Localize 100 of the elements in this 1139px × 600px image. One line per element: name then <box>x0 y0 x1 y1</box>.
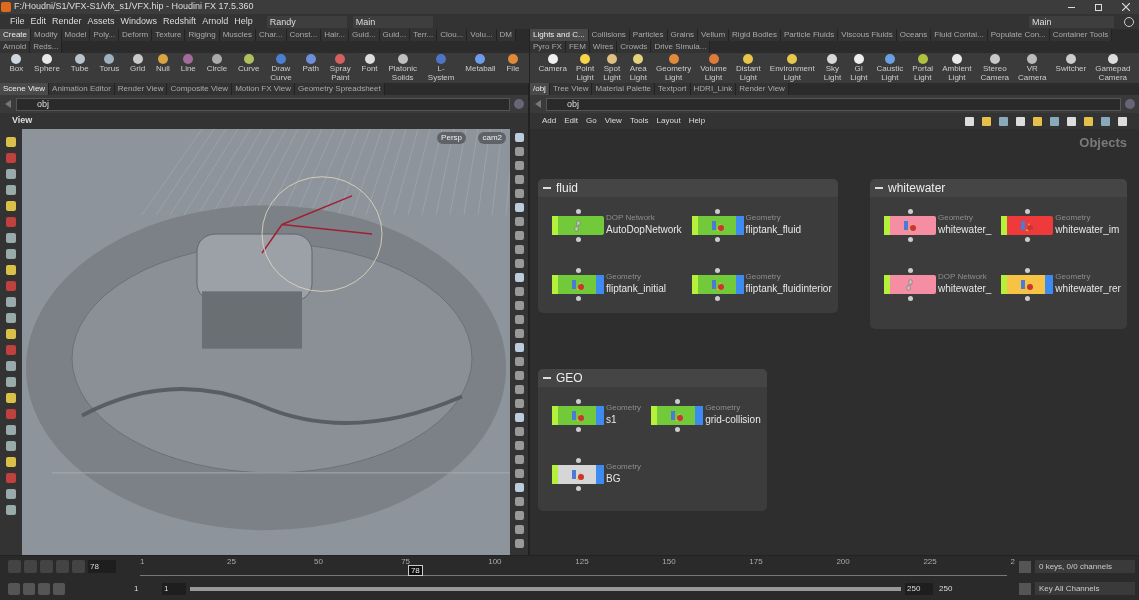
tab[interactable]: Drive Simula... <box>651 41 711 53</box>
shelf-tool[interactable]: Distant Light <box>735 53 761 82</box>
tab[interactable]: Oceans <box>896 29 932 41</box>
shelf-tool[interactable]: Spot Light <box>603 53 621 82</box>
tab[interactable]: /obj <box>530 83 550 95</box>
shelf-tool[interactable]: Camera <box>538 53 567 73</box>
tab[interactable]: Model <box>61 29 91 41</box>
tab[interactable]: Textport <box>655 83 691 95</box>
tab[interactable]: Texture <box>152 29 186 41</box>
network-node[interactable] <box>884 216 936 235</box>
shelf-tool[interactable]: Geometry Light <box>656 53 692 82</box>
tab[interactable]: Render View <box>114 83 168 95</box>
shelf-tool[interactable]: Metaball <box>465 53 496 73</box>
shelf-tool[interactable]: GI Light <box>850 53 868 82</box>
shelf-tool[interactable]: File <box>506 53 520 73</box>
shelf-tool[interactable]: Path <box>302 53 319 73</box>
shelf-tool[interactable]: Circle <box>206 53 228 73</box>
key-all-channels-button[interactable]: Key All Channels <box>1035 582 1135 595</box>
close-icon[interactable] <box>1122 3 1130 11</box>
tab[interactable]: Poly... <box>90 29 119 41</box>
network-node[interactable] <box>691 275 744 294</box>
tab[interactable]: Particles <box>629 29 668 41</box>
range-slider-fill[interactable] <box>190 586 901 591</box>
shelf-tool[interactable]: Tube <box>70 53 89 73</box>
shelf-tool[interactable]: Draw Curve <box>270 53 292 82</box>
tab[interactable]: HDRI_Link <box>690 83 737 95</box>
tab[interactable]: Material Palette <box>592 83 656 95</box>
path-field[interactable]: obj <box>16 97 510 111</box>
tab[interactable]: Deform <box>119 29 153 41</box>
tab[interactable]: Const... <box>286 29 322 41</box>
shelf-tool[interactable]: L-System <box>427 53 455 82</box>
menu-item[interactable]: Render <box>52 14 82 29</box>
network-node[interactable] <box>691 216 744 235</box>
path-field[interactable]: obj <box>546 97 1121 111</box>
network-node[interactable] <box>1001 216 1054 235</box>
tab[interactable]: Vellum <box>698 29 730 41</box>
network-box[interactable]: GEO Geometry s1 Geometry grid-collision Geometry BG <box>538 369 767 511</box>
menu-item[interactable]: Windows <box>120 14 158 29</box>
shelf-tool[interactable]: Environment Light <box>769 53 815 82</box>
tab[interactable]: Crowds <box>617 41 652 53</box>
tab[interactable]: Create <box>0 29 31 41</box>
shelf-tool[interactable]: Point Light <box>576 53 595 82</box>
tab[interactable]: DM <box>496 29 517 41</box>
shelf-tool[interactable]: Caustic Light <box>876 53 904 82</box>
shelf-tool[interactable]: Torus <box>99 53 120 73</box>
range-end-field[interactable]: 250 <box>905 582 933 595</box>
range-start-field[interactable]: 1 <box>134 582 158 595</box>
tab[interactable]: Hair... <box>321 29 350 41</box>
restore-icon[interactable] <box>1095 3 1102 11</box>
playhead-marker[interactable]: 78 <box>407 564 423 576</box>
shelf-tool[interactable]: Switcher <box>1055 53 1087 73</box>
tab[interactable]: Animation Editor <box>49 83 115 95</box>
frame-field[interactable]: 78 <box>88 560 116 573</box>
tab[interactable]: Guid... <box>349 29 380 41</box>
menu-item[interactable]: Help <box>234 14 253 29</box>
network-node[interactable] <box>552 216 604 235</box>
shelf-tool[interactable]: Font <box>361 53 378 73</box>
menu-item[interactable]: Edit <box>564 115 579 127</box>
menu-item[interactable]: File <box>10 14 25 29</box>
range-total-end-field[interactable]: 250 <box>937 582 965 595</box>
tab[interactable]: Container Tools <box>1049 29 1113 41</box>
run-mode-dropdown[interactable]: Main <box>1029 15 1114 28</box>
network-box[interactable]: whitewater Geometry whitewater_ Geometry whitewater_im DOP Network whitewater_ Geometry whitewater_rer <box>870 179 1127 329</box>
tab[interactable]: Scene View <box>0 83 50 95</box>
shelf-tool[interactable]: Portal Light <box>912 53 934 82</box>
tab[interactable]: Char... <box>255 29 287 41</box>
shelf-tool[interactable]: Sky Light <box>823 53 842 82</box>
tab[interactable]: Populate Con... <box>987 29 1050 41</box>
tab[interactable]: Viscous Fluids <box>838 29 897 41</box>
network-box[interactable]: fluid DOP Network AutoDopNetwork Geometry fliptank_fluid Geometry fliptank_initial Geometry fliptank_fluidinterior <box>538 179 838 313</box>
tab[interactable]: Particle Fluids <box>781 29 839 41</box>
network-node[interactable] <box>552 465 604 484</box>
menu-item[interactable]: Tools <box>629 115 649 127</box>
menu-item[interactable]: Layout <box>656 115 681 127</box>
menu-item[interactable]: Edit <box>30 14 47 29</box>
shelf-tool[interactable]: Ambient Light <box>942 53 972 82</box>
shelf-tool[interactable]: Null <box>156 53 170 73</box>
range-current-start-field[interactable]: 1 <box>162 582 186 595</box>
tab[interactable]: Render View <box>736 83 789 95</box>
menu-item[interactable]: Arnold <box>202 14 229 29</box>
menu-item[interactable]: Redshift <box>163 14 197 29</box>
network-node[interactable] <box>651 406 704 425</box>
tab[interactable]: Grains <box>667 29 699 41</box>
menu-item[interactable]: Assets <box>87 14 115 29</box>
shelf-tool[interactable]: Curve <box>238 53 260 73</box>
tab[interactable]: Volu... <box>467 29 497 41</box>
tab[interactable]: Fluid Contai... <box>931 29 988 41</box>
persp-menu[interactable]: Persp <box>437 132 466 144</box>
tab[interactable]: Collisions <box>588 29 630 41</box>
tab[interactable]: Reds... <box>30 41 63 53</box>
shelf-tool[interactable]: VR Camera <box>1018 53 1047 82</box>
camera-menu[interactable]: cam2 <box>478 132 506 144</box>
tab[interactable]: Geometry Spreadsheet <box>295 83 385 95</box>
tab[interactable]: Guid... <box>379 29 411 41</box>
menu-item[interactable]: Add <box>542 115 557 127</box>
menu-item[interactable]: Help <box>688 115 706 127</box>
tab[interactable]: Composite View <box>167 83 233 95</box>
desktop-dropdown[interactable]: Randy <box>266 15 347 28</box>
run-mode-dropdown[interactable]: Main <box>352 15 433 28</box>
shelf-tool[interactable]: Line <box>180 53 196 73</box>
